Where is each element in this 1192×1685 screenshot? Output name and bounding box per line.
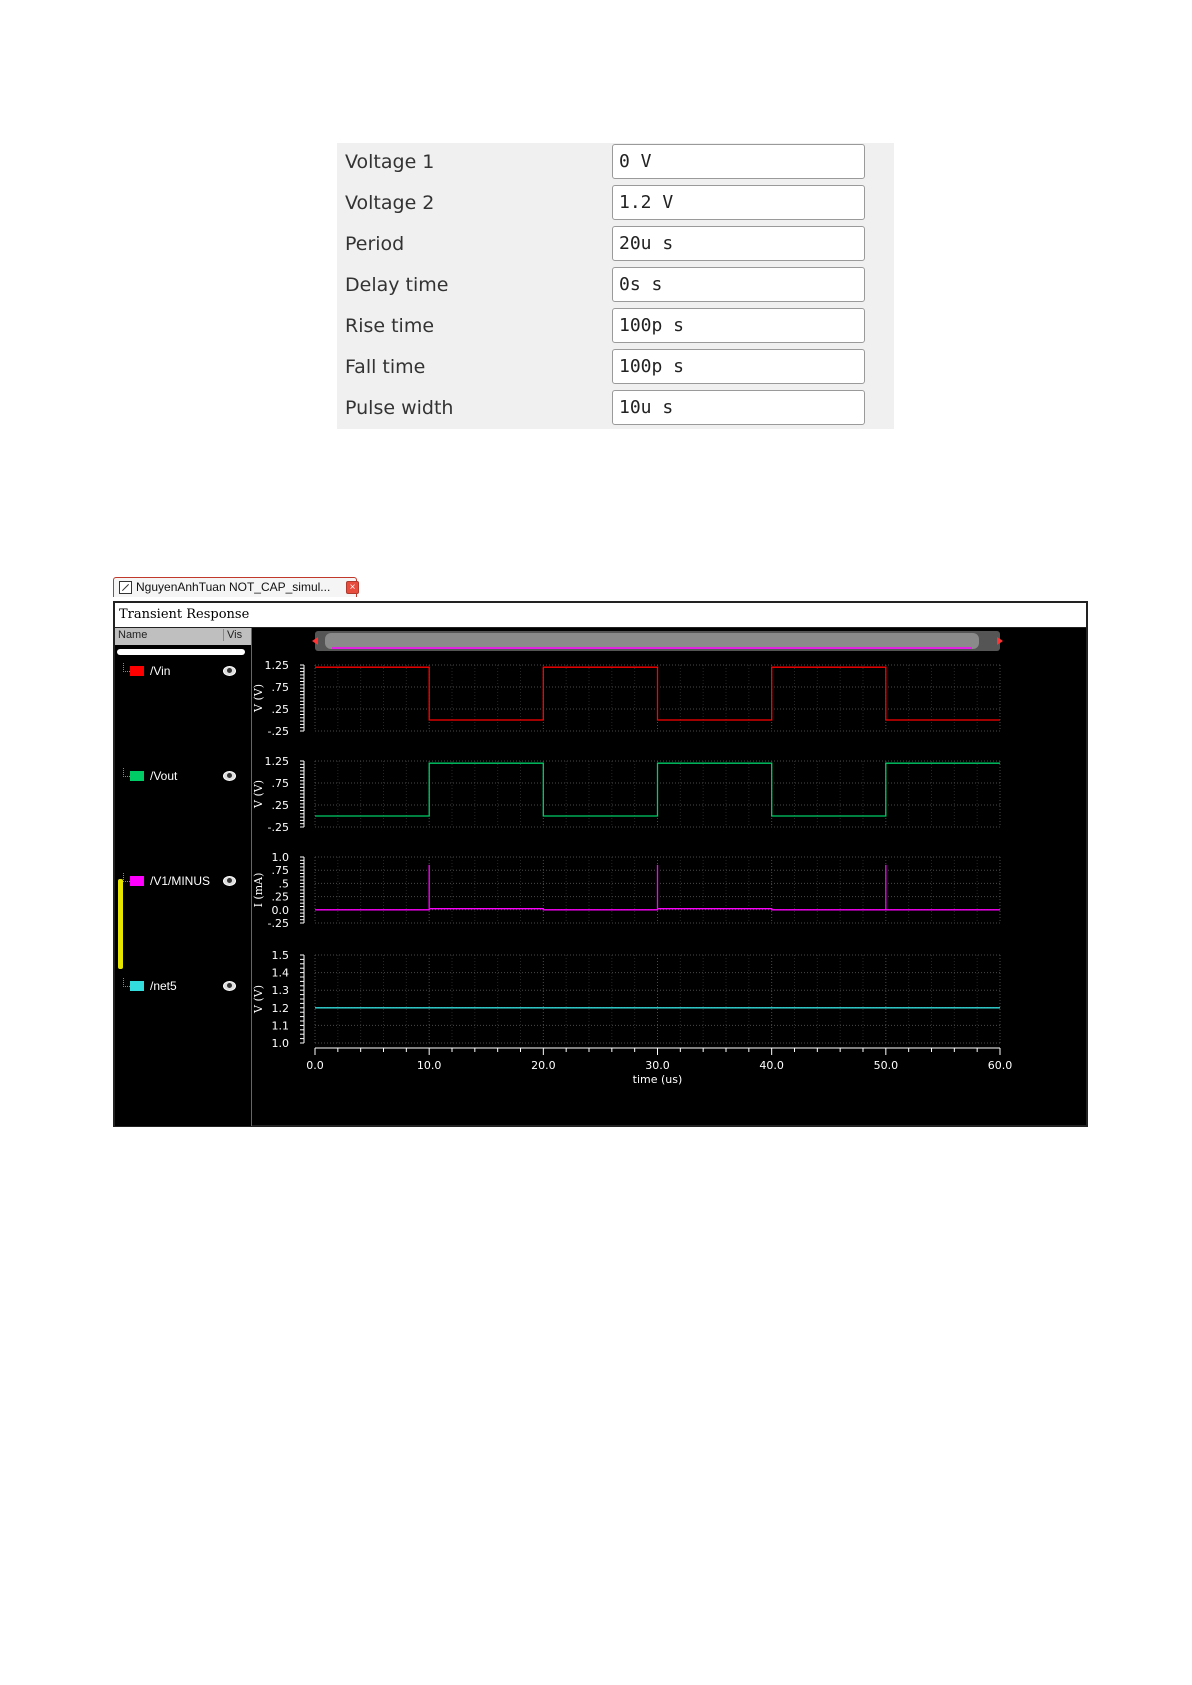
y-tick-label: 1.1 xyxy=(272,1019,290,1032)
close-icon[interactable]: × xyxy=(346,581,359,594)
y-tick-label: 1.25 xyxy=(265,659,290,672)
form-row: Period 20u s xyxy=(337,225,894,266)
field-label: Fall time xyxy=(345,356,426,378)
legend-header-name[interactable]: Name xyxy=(118,629,147,641)
field-label: Voltage 1 xyxy=(345,151,435,173)
signal-legend: Name Vis /Vin/Vout/V1/MINUS/net5 xyxy=(115,628,252,1126)
signal-color-swatch xyxy=(130,981,144,991)
y-tick-label: .5 xyxy=(279,877,290,890)
field-label: Rise time xyxy=(345,315,435,337)
x-tick-label: 30.0 xyxy=(645,1059,670,1072)
time-scroller-thumb[interactable] xyxy=(325,633,979,649)
signal-trace[interactable] xyxy=(315,666,1000,721)
tree-connector xyxy=(123,768,130,777)
x-tick-label: 20.0 xyxy=(531,1059,556,1072)
pulse-parameters-form: Voltage 1 0 V Voltage 2 1.2 V Period 20u s Del… xyxy=(337,143,894,429)
form-row: Rise time 100p s xyxy=(337,307,894,348)
x-tick-label: 10.0 xyxy=(417,1059,442,1072)
y-tick-label: 0.0 xyxy=(272,904,290,917)
field-input[interactable]: 0 V xyxy=(612,144,865,179)
field-label: Delay time xyxy=(345,274,449,296)
visibility-eye-icon[interactable] xyxy=(223,666,236,676)
signal-entry[interactable]: /Vout xyxy=(115,768,251,788)
y-axis-label: I (mA) xyxy=(252,873,265,908)
y-axis-label: V (V) xyxy=(252,985,265,1014)
y-tick-label: -.25 xyxy=(268,821,289,834)
field-input[interactable]: 1.2 V xyxy=(612,185,865,220)
tab-title: NguyenAnhTuan NOT_CAP_simul... xyxy=(136,580,331,594)
form-row: Voltage 1 0 V xyxy=(337,143,894,184)
tree-connector xyxy=(123,873,130,882)
signal-entry[interactable]: /net5 xyxy=(115,978,251,998)
signal-color-swatch xyxy=(130,876,144,886)
y-tick-label: 1.3 xyxy=(272,984,290,997)
field-input[interactable]: 100p s xyxy=(612,308,865,343)
x-tick-label: 50.0 xyxy=(874,1059,899,1072)
visibility-eye-icon[interactable] xyxy=(223,771,236,781)
y-tick-label: 1.5 xyxy=(272,949,290,962)
signal-name: /Vout xyxy=(150,769,178,783)
y-tick-label: 1.2 xyxy=(272,1002,290,1015)
x-tick-label: 40.0 xyxy=(759,1059,784,1072)
y-tick-label: .25 xyxy=(272,891,290,904)
transient-plot[interactable]: 1.25.75.25-.25V (V)1.25.75.25-.25V (V)1.… xyxy=(252,628,1086,1126)
y-tick-label: 1.0 xyxy=(272,1037,290,1050)
plot-icon xyxy=(119,581,132,594)
form-row: Pulse width 10u s xyxy=(337,389,894,430)
signal-color-swatch xyxy=(130,771,144,781)
plot-title: Transient Response xyxy=(119,607,250,622)
y-tick-label: 1.4 xyxy=(272,967,290,980)
legend-header: Name Vis xyxy=(115,628,251,645)
y-tick-label: .75 xyxy=(272,864,290,877)
plot-title-bar: Transient Response xyxy=(115,603,1086,628)
y-tick-label: .75 xyxy=(272,777,290,790)
signal-name: /Vin xyxy=(150,664,171,678)
form-row: Delay time 0s s xyxy=(337,266,894,307)
plot-frame: Transient Response Name Vis /Vin/Vout/V1… xyxy=(113,601,1088,1127)
x-tick-label: 60.0 xyxy=(988,1059,1013,1072)
legend-header-vis[interactable]: Vis xyxy=(223,629,242,641)
y-tick-label: 1.0 xyxy=(272,851,290,864)
y-axis-label: V (V) xyxy=(252,684,265,713)
field-input[interactable]: 20u s xyxy=(612,226,865,261)
legend-scrollbar[interactable] xyxy=(117,649,245,655)
tree-connector xyxy=(123,663,130,672)
y-tick-label: .25 xyxy=(272,799,290,812)
field-input[interactable]: 10u s xyxy=(612,390,865,425)
signal-color-swatch xyxy=(130,666,144,676)
form-row: Voltage 2 1.2 V xyxy=(337,184,894,225)
window-tab[interactable]: NguyenAnhTuan NOT_CAP_simul... × xyxy=(113,577,359,597)
y-axis-label: V (V) xyxy=(252,780,265,809)
visibility-eye-icon[interactable] xyxy=(223,981,236,991)
y-tick-label: .75 xyxy=(272,681,290,694)
signal-entry[interactable]: /Vin xyxy=(115,663,251,683)
field-label: Pulse width xyxy=(345,397,454,419)
y-tick-label: -.25 xyxy=(268,725,289,738)
form-row: Fall time 100p s xyxy=(337,348,894,389)
field-input[interactable]: 0s s xyxy=(612,267,865,302)
tree-connector xyxy=(123,978,130,987)
waveform-window: NguyenAnhTuan NOT_CAP_simul... × Transie… xyxy=(110,574,1088,1128)
y-tick-label: -.25 xyxy=(268,917,289,930)
y-tick-label: .25 xyxy=(272,703,290,716)
signal-trace[interactable] xyxy=(315,762,1000,817)
signal-name: /net5 xyxy=(150,979,177,993)
field-label: Period xyxy=(345,233,405,255)
x-axis-label: time (us) xyxy=(633,1073,683,1086)
signal-entry[interactable]: /V1/MINUS xyxy=(115,873,251,893)
field-label: Voltage 2 xyxy=(345,192,435,214)
signal-trace[interactable] xyxy=(315,864,1000,911)
x-tick-label: 0.0 xyxy=(306,1059,324,1072)
field-input[interactable]: 100p s xyxy=(612,349,865,384)
signal-name: /V1/MINUS xyxy=(150,874,211,888)
visibility-eye-icon[interactable] xyxy=(223,876,236,886)
y-tick-label: 1.25 xyxy=(265,755,290,768)
